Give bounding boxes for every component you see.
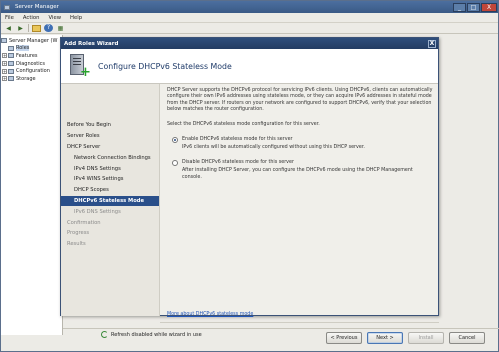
footer-divider [160,322,439,323]
features-icon [8,53,14,59]
more-about-link[interactable]: More about DHCPv6 stateless mode [167,312,253,317]
folder-icon[interactable] [32,24,41,32]
server-icon [1,38,7,44]
navigation-tree: Server Manager (W Roles + Features + Dia… [1,35,63,335]
wizard-step-dhcpv6-stateless[interactable]: DHCPv6 Stateless Mode [61,195,159,207]
expand-icon[interactable]: + [2,61,7,67]
previous-button[interactable]: < Previous [326,332,362,344]
enable-stateless-radio[interactable] [172,137,178,144]
menu-file[interactable]: File [5,15,14,21]
wizard-step-progress: Progress [67,230,90,237]
wizard-close-button[interactable]: X [428,39,436,48]
tree-item-features[interactable]: + Features [1,52,62,60]
prompt-text: Select the DHCPv6 stateless mode configu… [167,121,320,127]
toolbar-divider [28,24,29,32]
tree-item-configuration[interactable]: + Configuration [1,67,62,75]
disable-stateless-note: After installing DHCP Server, you can co… [182,168,413,180]
enable-stateless-option[interactable]: Enable DHCPv6 stateless mode for this se… [167,137,433,144]
wizard-buttons: < Previous Next > Install Cancel [326,332,485,344]
tree-item-label: Storage [16,75,36,82]
cancel-button[interactable]: Cancel [449,332,485,344]
expand-icon[interactable]: + [2,76,7,82]
tree-item-label: Roles [16,45,30,52]
expand-icon[interactable]: + [2,53,7,59]
wizard-title: Add Roles Wizard [64,40,119,47]
wizard-step-ipv4-wins[interactable]: IPv4 WINS Settings [61,174,159,185]
wizard-step-confirmation: Confirmation [67,219,101,226]
tree-item-diagnostics[interactable]: + Diagnostics [1,60,62,68]
tree-item-roles[interactable]: Roles [1,45,62,53]
help-icon[interactable]: ? [44,24,53,32]
disable-stateless-label[interactable]: Disable DHCPv6 stateless mode for this s… [182,160,294,166]
close-window-button[interactable]: X [481,2,497,12]
wizard-step-before-you-begin[interactable]: Before You Begin [61,120,159,131]
wizard-step-network-bindings[interactable]: Network Connection Bindings [61,152,159,163]
enable-stateless-note: IPv6 clients will be automatically confi… [182,145,365,151]
maximize-button[interactable]: □ [467,2,480,12]
toolbar: ◀ ▶ ? ▦ [1,23,498,34]
server-manager-icon [4,4,10,10]
tree-item-label: Features [16,52,38,59]
tree-item-label: Diagnostics [16,60,46,67]
diagnostics-icon [8,61,14,67]
wizard-step-dhcp-server[interactable]: DHCP Server [61,142,159,153]
disable-stateless-radio[interactable] [172,160,178,167]
description-text: DHCP Server supports the DHCPv6 protocol… [167,88,433,113]
refresh-icon [101,331,108,338]
wizard-steps-nav: Before You Begin Server Roles DHCP Serve… [61,84,160,316]
menu-bar: File Action View Help [1,13,498,23]
menu-help[interactable]: Help [70,15,82,21]
grid-icon[interactable]: ▦ [56,24,65,32]
status-text: Refresh disabled while wizard in use [111,331,202,338]
next-button[interactable]: Next > [367,332,403,344]
server-manager-title: Server Manager [15,4,59,10]
tree-item-storage[interactable]: + Storage [1,75,62,83]
disable-stateless-option[interactable]: Disable DHCPv6 stateless mode for this s… [167,160,433,167]
forward-icon[interactable]: ▶ [16,24,25,32]
menu-action[interactable]: Action [23,15,40,21]
wizard-header: + Configure DHCPv6 Stateless Mode [61,49,438,84]
wizard-step-ipv6-dns: IPv6 DNS Settings [74,208,121,215]
add-roles-wizard-dialog: Add Roles Wizard X + Configure DHCPv6 St… [60,37,485,344]
wizard-step-dhcp-scopes[interactable]: DHCP Scopes [61,185,159,196]
enable-stateless-label[interactable]: Enable DHCPv6 stateless mode for this se… [182,137,293,143]
server-manager-titlebar: Server Manager _ □ X [1,1,498,13]
menu-view[interactable]: View [48,15,61,21]
minimize-button[interactable]: _ [453,2,466,12]
configuration-icon [8,68,14,74]
expand-icon[interactable]: + [2,68,7,74]
install-button: Install [408,332,444,344]
add-role-server-icon: + [68,54,91,79]
roles-icon [8,45,14,51]
wizard-titlebar: Add Roles Wizard X [61,38,438,49]
tree-item-server-manager[interactable]: Server Manager (W [1,37,62,45]
wizard-step-results: Results [67,241,86,248]
wizard-content: DHCP Server supports the DHCPv6 protocol… [167,88,433,189]
storage-icon [8,76,14,82]
wizard-step-server-roles[interactable]: Server Roles [61,131,159,142]
wizard-step-ipv4-dns[interactable]: IPv4 DNS Settings [61,163,159,174]
tree-item-label: Configuration [16,68,50,75]
page-title: Configure DHCPv6 Stateless Mode [98,61,232,71]
tree-item-label: Server Manager (W [9,37,58,44]
back-icon[interactable]: ◀ [4,24,13,32]
